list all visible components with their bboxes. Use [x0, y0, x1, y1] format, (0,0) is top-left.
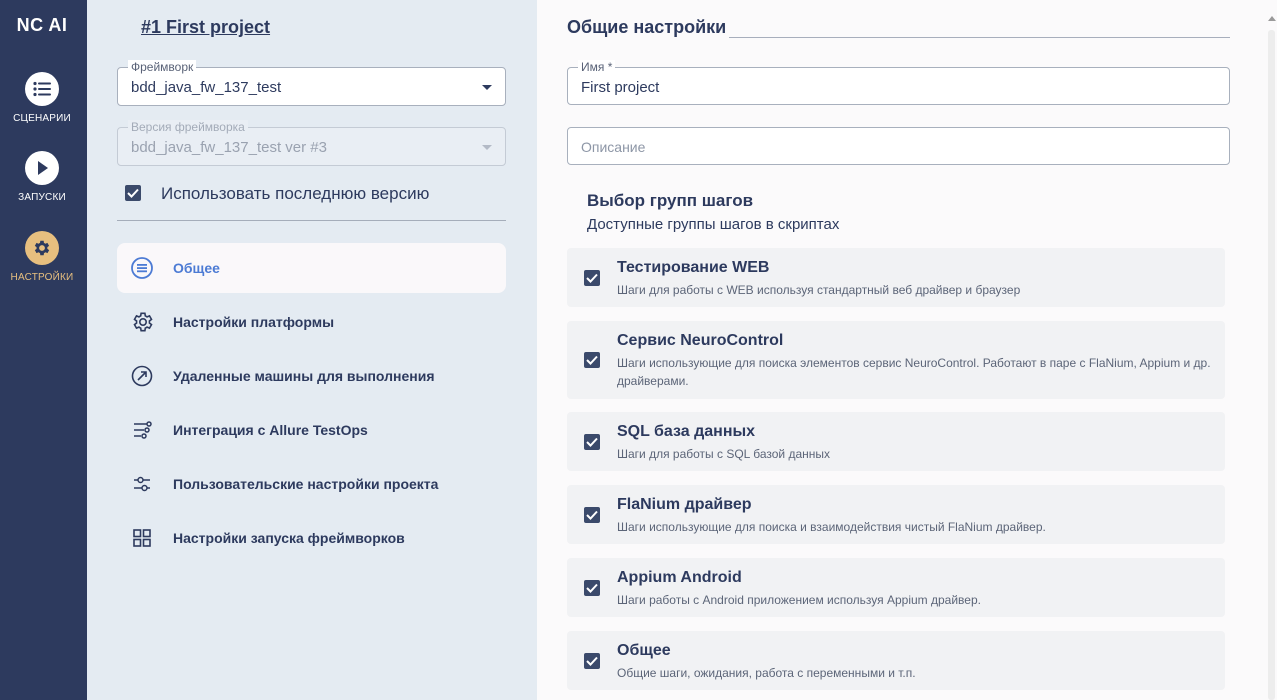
step-group-card[interactable]: SQL база данных Шаги для работы с SQL ба… [567, 412, 1225, 471]
use-latest-version-label: Использовать последнюю версию [161, 184, 430, 203]
sliders-icon [130, 472, 154, 496]
step-group-card[interactable]: Сервис NeuroControl Шаги использующие дл… [567, 321, 1225, 399]
scroll-up-arrow[interactable] [1268, 16, 1276, 21]
step-group-title: Appium Android [617, 569, 742, 586]
step-group-description: Шаги использующие для поиска элементов с… [617, 356, 1211, 388]
framework-version-value: bdd_java_fw_137_test ver #3 [131, 139, 327, 156]
settings-menu-allure[interactable]: Интеграция с Allure TestOps [117, 405, 506, 455]
framework-value: bdd_java_fw_137_test [131, 79, 282, 96]
step-group-title: Тестирование WEB [617, 259, 770, 276]
step-group-description: Шаги использующие для поиска и взаимодей… [617, 520, 1046, 534]
settings-menu-label: Удаленные машины для выполнения [173, 368, 435, 384]
step-group-checkbox[interactable] [584, 580, 600, 596]
step-group-description: Шаги для работы с SQL базой данных [617, 447, 831, 461]
description-placeholder: Описание [581, 139, 646, 155]
step-group-title: Сервис NeuroControl [617, 332, 784, 349]
nav-item-scenarios[interactable]: СЦЕНАРИИ [0, 72, 84, 142]
project-title[interactable]: #1 First project [141, 17, 270, 38]
step-group-checkbox[interactable] [584, 507, 600, 523]
framework-label: Фреймворк [128, 60, 197, 74]
step-group-description: Общие шаги, ожидания, работа с переменны… [617, 666, 916, 680]
use-latest-version-checkbox[interactable] [125, 185, 141, 201]
name-value: First project [581, 79, 660, 96]
step-group-description: Шаги работы с Android приложением исполь… [617, 593, 981, 607]
settings-menu-remote-machines[interactable]: Удаленные машины для выполнения [117, 351, 506, 401]
divider [729, 37, 1230, 38]
name-label: Имя * [578, 60, 616, 74]
scrollbar[interactable] [1268, 30, 1275, 700]
settings-menu-user-settings[interactable]: Пользовательские настройки проекта [117, 459, 506, 509]
list-circle-icon [130, 256, 154, 280]
app-logo: NC AI [16, 15, 68, 35]
step-groups-title: Выбор групп шагов [587, 191, 754, 210]
step-group-checkbox[interactable] [584, 434, 600, 450]
grid-icon [130, 526, 154, 550]
chevron-down-icon [482, 145, 492, 150]
name-field[interactable]: Имя * First project [567, 60, 1230, 105]
step-group-title: Общее [617, 642, 671, 659]
settings-menu-label: Пользовательские настройки проекта [173, 476, 439, 492]
nav-item-settings[interactable]: НАСТРОЙКИ [0, 231, 84, 301]
settings-menu-label: Настройки платформы [173, 314, 335, 330]
section-title: Общие настройки [567, 17, 727, 37]
description-field[interactable]: Описание [567, 127, 1230, 165]
step-groups-subtitle: Доступные группы шагов в скриптах [587, 216, 840, 233]
general-settings-panel: Общие настройки Имя * First project Опис… [537, 0, 1277, 700]
framework-select[interactable]: Фреймворк bdd_java_fw_137_test [117, 60, 506, 106]
settings-menu-label: Общее [173, 260, 220, 276]
settings-menu-general[interactable]: Общее [117, 243, 506, 293]
divider [117, 220, 506, 221]
integration-icon [130, 418, 154, 442]
settings-menu-label: Настройки запуска фреймворков [173, 530, 405, 546]
list-icon [25, 72, 59, 106]
step-group-title: FlaNium драйвер [617, 496, 752, 513]
nav-rail: NC AI СЦЕНАРИИ ЗАПУСКИ НАСТРОЙКИ [0, 0, 87, 700]
step-group-title: SQL база данных [617, 423, 756, 440]
play-icon [25, 151, 59, 185]
step-group-checkbox[interactable] [584, 352, 600, 368]
step-group-card[interactable]: Общее Общие шаги, ожидания, работа с пер… [567, 631, 1225, 690]
gear-icon [25, 231, 59, 265]
nav-label-settings: НАСТРОЙКИ [10, 272, 74, 283]
step-group-card[interactable]: FlaNium драйвер Шаги использующие для по… [567, 485, 1225, 544]
nav-item-runs[interactable]: ЗАПУСКИ [0, 151, 84, 221]
use-latest-version-row[interactable]: Использовать последнюю версию [125, 184, 505, 204]
remote-icon [130, 364, 154, 388]
step-group-description: Шаги для работы с WEB используя стандарт… [617, 283, 1021, 297]
step-group-checkbox[interactable] [584, 653, 600, 669]
nav-label-runs: ЗАПУСКИ [18, 192, 66, 203]
step-group-card[interactable]: Appium Android Шаги работы с Android при… [567, 558, 1225, 617]
framework-version-label: Версия фреймворка [128, 120, 248, 134]
settings-menu-label: Интеграция с Allure TestOps [173, 422, 368, 438]
step-group-checkbox[interactable] [584, 270, 600, 286]
settings-sidebar: #1 First project Фреймворк bdd_java_fw_1… [87, 0, 537, 700]
nav-label-scenarios: СЦЕНАРИИ [13, 113, 71, 124]
chevron-down-icon [482, 85, 492, 90]
settings-menu-framework-run[interactable]: Настройки запуска фреймворков [117, 513, 506, 563]
settings-menu-platform[interactable]: Настройки платформы [117, 297, 506, 347]
step-group-card[interactable]: Тестирование WEB Шаги для работы с WEB и… [567, 248, 1225, 307]
gear-icon [130, 310, 154, 334]
framework-version-select: Версия фреймворка bdd_java_fw_137_test v… [117, 120, 506, 166]
